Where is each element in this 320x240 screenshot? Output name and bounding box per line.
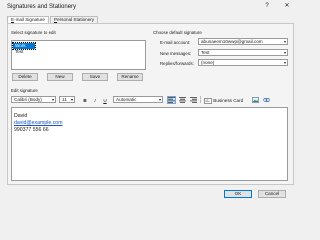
signature-phone: 990377 556 66	[14, 127, 49, 133]
font-color-select[interactable]: Automatic ▾	[113, 96, 163, 103]
font-color-value: Automatic	[116, 97, 137, 102]
chevron-down-icon: ▾	[70, 97, 73, 102]
edit-signature-label: Edit signature	[11, 88, 38, 93]
chevron-down-icon: ▾	[158, 97, 161, 102]
business-card-label: Business Card	[213, 98, 244, 103]
save-button[interactable]: Save	[82, 73, 108, 81]
business-card-icon	[204, 97, 212, 104]
close-button[interactable]: ✕	[282, 2, 292, 10]
new-messages-label: New messages:	[160, 51, 192, 56]
email-account-label: E-mail account:	[160, 40, 191, 45]
window-title: Signatures and Stationery	[7, 4, 77, 10]
signature-email-link[interactable]: david@example.com	[14, 120, 287, 127]
new-messages-value: Test	[201, 50, 210, 55]
chevron-down-icon: ▾	[283, 50, 286, 55]
font-value: Calibri (Body)	[14, 97, 42, 102]
align-right-button[interactable]	[189, 96, 198, 104]
replies-label: Replies/forwards:	[160, 61, 194, 66]
insert-picture-button[interactable]	[251, 96, 260, 104]
email-account-select[interactable]: abunaeem10wwp@gmail.com ▾	[198, 38, 288, 45]
business-card-button[interactable]: Business Card	[203, 96, 247, 104]
signature-list[interactable]: Work Test	[11, 40, 146, 70]
align-center-button[interactable]	[178, 96, 187, 104]
align-left-icon	[168, 97, 175, 103]
hyperlink-icon	[263, 98, 270, 102]
rename-button[interactable]: Rename	[117, 73, 143, 81]
delete-button[interactable]: Delete	[12, 73, 38, 81]
underline-button[interactable]: U	[101, 96, 109, 104]
font-size-select[interactable]: 11 ▾	[59, 96, 75, 103]
font-select[interactable]: Calibri (Body) ▾	[11, 96, 56, 103]
replies-select[interactable]: (none) ▾	[198, 59, 288, 66]
font-size-value: 11	[62, 97, 67, 102]
select-signature-label: Select signature to edit	[11, 30, 56, 35]
list-item[interactable]: Test	[13, 49, 25, 55]
help-button[interactable]: ?	[262, 2, 272, 10]
default-signature-label: Choose default signature	[153, 30, 202, 35]
new-button[interactable]: New	[47, 73, 73, 81]
cancel-button[interactable]: Cancel	[258, 190, 286, 198]
toolbar-divider	[200, 96, 201, 103]
signature-name: David	[14, 113, 28, 119]
picture-icon	[252, 97, 259, 103]
italic-button[interactable]: I	[91, 96, 99, 104]
email-account-value: abunaeem10wwp@gmail.com	[201, 39, 263, 44]
signature-editor[interactable]: David david@example.com 990377 556 66	[11, 107, 288, 181]
chevron-down-icon: ▾	[283, 39, 286, 44]
tab-email-signature-label: -mail Signature	[14, 17, 45, 22]
chevron-down-icon: ▾	[283, 60, 286, 65]
new-messages-select[interactable]: Test ▾	[198, 49, 288, 56]
close-icon: ✕	[284, 3, 290, 9]
align-right-icon	[190, 97, 197, 103]
tab-personal-stationery[interactable]: Personal Stationery	[50, 16, 99, 23]
tab-personal-stationery-label: ersonal Stationery	[57, 17, 95, 22]
ok-button[interactable]: OK	[224, 190, 252, 198]
replies-value: (none)	[201, 60, 215, 65]
chevron-down-icon: ▾	[51, 97, 54, 102]
align-left-button[interactable]	[167, 96, 176, 104]
align-center-icon	[179, 97, 186, 103]
insert-hyperlink-button[interactable]	[262, 96, 271, 104]
bold-button[interactable]: B	[81, 96, 89, 104]
